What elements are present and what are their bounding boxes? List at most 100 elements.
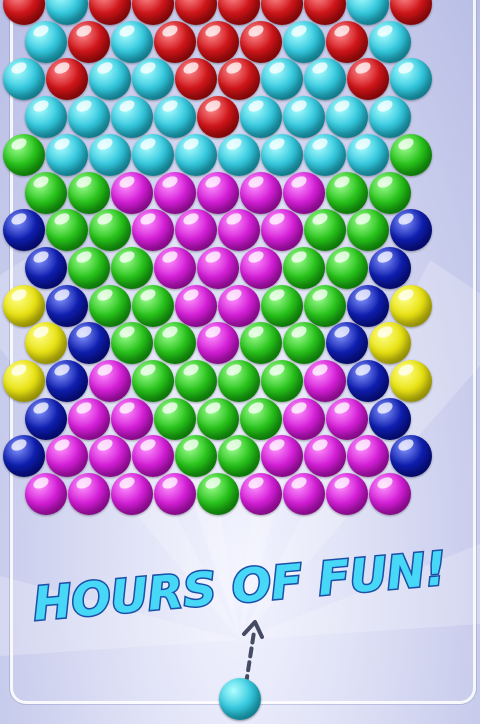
green-bubble: [132, 284, 174, 327]
yellow-bubble: [3, 360, 45, 402]
magenta-bubble: [110, 171, 153, 214]
cyan-bubble: [24, 96, 67, 139]
red-bubble: [196, 20, 239, 63]
green-bubble: [325, 246, 368, 289]
green-bubble: [196, 473, 239, 516]
red-bubble: [153, 20, 196, 63]
green-bubble: [153, 322, 196, 365]
cyan-bubble: [304, 58, 346, 101]
green-bubble: [175, 435, 217, 478]
cyan-bubble: [261, 133, 303, 176]
green-bubble: [67, 246, 110, 289]
magenta-bubble: [304, 360, 346, 402]
green-bubble: [24, 171, 67, 214]
game-screen[interactable]: HOURS OF FUN!: [0, 0, 480, 724]
magenta-bubble: [175, 284, 217, 327]
magenta-bubble: [67, 397, 110, 440]
magenta-bubble: [304, 435, 346, 478]
magenta-bubble: [282, 171, 325, 214]
blue-bubble: [390, 435, 432, 478]
magenta-bubble: [24, 473, 67, 516]
green-bubble: [368, 171, 411, 214]
magenta-bubble: [239, 246, 282, 289]
green-bubble: [239, 322, 282, 365]
cyan-bubble: [46, 133, 88, 176]
green-bubble: [153, 397, 196, 440]
red-bubble: [239, 20, 282, 63]
green-bubble: [46, 209, 88, 252]
green-bubble: [3, 133, 45, 176]
green-bubble: [261, 284, 303, 327]
cyan-bubble: [24, 20, 67, 63]
tagline-text: HOURS OF FUN!: [31, 541, 448, 630]
magenta-bubble: [46, 435, 88, 478]
magenta-bubble: [153, 246, 196, 289]
cyan-bubble: [110, 96, 153, 139]
blue-bubble: [46, 360, 88, 402]
magenta-bubble: [218, 284, 260, 327]
yellow-bubble: [390, 284, 432, 327]
blue-bubble: [24, 246, 67, 289]
magenta-bubble: [218, 209, 260, 252]
cyan-bubble: [368, 20, 411, 63]
shooter-bubble[interactable]: [219, 678, 261, 720]
green-bubble: [110, 246, 153, 289]
red-bubble: [46, 58, 88, 101]
red-bubble: [325, 20, 368, 63]
magenta-bubble: [110, 397, 153, 440]
magenta-bubble: [196, 246, 239, 289]
blue-bubble: [390, 209, 432, 252]
yellow-bubble: [3, 284, 45, 327]
red-bubble: [347, 58, 389, 101]
green-bubble: [304, 284, 346, 327]
yellow-bubble: [368, 322, 411, 365]
blue-bubble: [67, 322, 110, 365]
green-bubble: [218, 435, 260, 478]
magenta-bubble: [282, 473, 325, 516]
cyan-bubble: [132, 133, 174, 176]
green-bubble: [89, 209, 131, 252]
magenta-bubble: [153, 473, 196, 516]
magenta-bubble: [89, 435, 131, 478]
red-bubble: [175, 58, 217, 101]
magenta-bubble: [196, 322, 239, 365]
cyan-bubble: [325, 96, 368, 139]
cyan-bubble: [261, 58, 303, 101]
magenta-bubble: [196, 171, 239, 214]
cyan-bubble: [175, 133, 217, 176]
magenta-bubble: [239, 171, 282, 214]
cyan-bubble: [282, 20, 325, 63]
cyan-bubble: [3, 58, 45, 101]
magenta-bubble: [110, 473, 153, 516]
green-bubble: [347, 209, 389, 252]
magenta-bubble: [175, 209, 217, 252]
blue-bubble: [347, 284, 389, 327]
magenta-bubble: [282, 397, 325, 440]
green-bubble: [390, 133, 432, 176]
blue-bubble: [3, 435, 45, 478]
magenta-bubble: [132, 209, 174, 252]
blue-bubble: [24, 397, 67, 440]
yellow-bubble: [390, 360, 432, 402]
blue-bubble: [3, 209, 45, 252]
green-bubble: [110, 322, 153, 365]
cyan-bubble: [218, 133, 260, 176]
blue-bubble: [46, 284, 88, 327]
cyan-bubble: [368, 96, 411, 139]
cyan-bubble: [132, 58, 174, 101]
green-bubble: [239, 397, 282, 440]
magenta-bubble: [67, 473, 110, 516]
cyan-bubble: [89, 133, 131, 176]
green-bubble: [67, 171, 110, 214]
cyan-bubble: [153, 96, 196, 139]
green-bubble: [304, 209, 346, 252]
magenta-bubble: [153, 171, 196, 214]
tagline-banner: HOURS OF FUN!: [0, 520, 480, 633]
cyan-bubble: [282, 96, 325, 139]
green-bubble: [261, 360, 303, 402]
red-bubble: [218, 58, 260, 101]
red-bubble: [67, 20, 110, 63]
magenta-bubble: [239, 473, 282, 516]
cyan-bubble: [390, 58, 432, 101]
green-bubble: [132, 360, 174, 402]
